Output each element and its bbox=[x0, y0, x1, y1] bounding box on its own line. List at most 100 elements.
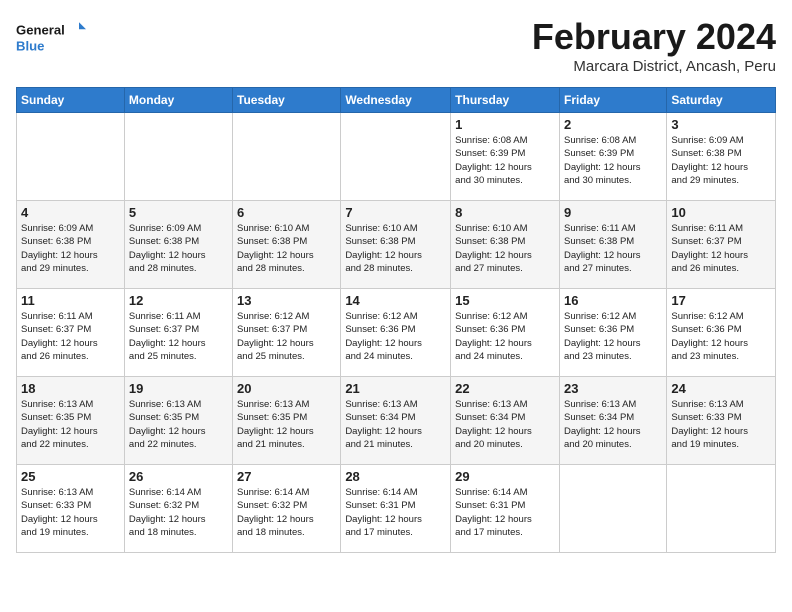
calendar-cell: 9Sunrise: 6:11 AM Sunset: 6:38 PM Daylig… bbox=[559, 201, 666, 289]
calendar-cell: 21 Sunrise: 6:13 AM Sunset: 6:34 PM Dayli… bbox=[341, 377, 451, 465]
week-row-3: 11 Sunrise: 6:11 AM Sunset: 6:37 PM Dayli… bbox=[17, 289, 776, 377]
day-info: Sunrise: 6:13 AM Sunset: 6:34 PM Dayligh… bbox=[455, 398, 555, 451]
day-number: 10 bbox=[671, 205, 771, 220]
calendar-title: February 2024 bbox=[532, 16, 776, 58]
day-info: Sunrise: 6:11 AM Sunset: 6:37 PM Dayligh… bbox=[671, 222, 771, 275]
calendar-subtitle: Marcara District, Ancash, Peru bbox=[532, 58, 776, 75]
calendar-cell bbox=[667, 465, 776, 553]
week-row-4: 18 Sunrise: 6:13 AM Sunset: 6:35 PM Dayli… bbox=[17, 377, 776, 465]
day-info: Sunrise: 6:09 AM Sunset: 6:38 PM Dayligh… bbox=[21, 222, 120, 275]
calendar-cell: 7Sunrise: 6:10 AM Sunset: 6:38 PM Daylig… bbox=[341, 201, 451, 289]
calendar-cell bbox=[17, 113, 125, 201]
day-number: 12 bbox=[129, 293, 228, 308]
calendar-cell bbox=[233, 113, 341, 201]
calendar-cell: 13 Sunrise: 6:12 AM Sunset: 6:37 PM Dayli… bbox=[233, 289, 341, 377]
calendar-cell bbox=[341, 113, 451, 201]
calendar-table: SundayMondayTuesdayWednesdayThursdayFrid… bbox=[16, 87, 776, 553]
day-number: 26 bbox=[129, 469, 228, 484]
calendar-cell: 12 Sunrise: 6:11 AM Sunset: 6:37 PM Dayli… bbox=[124, 289, 232, 377]
weekday-header-friday: Friday bbox=[559, 88, 666, 113]
page-header: General Blue February 2024 Marcara Distr… bbox=[16, 16, 776, 75]
calendar-cell: 11 Sunrise: 6:11 AM Sunset: 6:37 PM Dayli… bbox=[17, 289, 125, 377]
weekday-header-wednesday: Wednesday bbox=[341, 88, 451, 113]
day-number: 28 bbox=[345, 469, 446, 484]
calendar-cell: 15Sunrise: 6:12 AM Sunset: 6:36 PM Dayli… bbox=[451, 289, 560, 377]
week-row-5: 25 Sunrise: 6:13 AM Sunset: 6:33 PM Dayli… bbox=[17, 465, 776, 553]
svg-text:Blue: Blue bbox=[16, 38, 44, 53]
calendar-cell: 20 Sunrise: 6:13 AM Sunset: 6:35 PM Dayli… bbox=[233, 377, 341, 465]
calendar-cell: 14Sunrise: 6:12 AM Sunset: 6:36 PM Dayli… bbox=[341, 289, 451, 377]
day-number: 8 bbox=[455, 205, 555, 220]
day-info: Sunrise: 6:09 AM Sunset: 6:38 PM Dayligh… bbox=[671, 134, 771, 187]
calendar-cell: 23 Sunrise: 6:13 AM Sunset: 6:34 PM Dayli… bbox=[559, 377, 666, 465]
day-number: 23 bbox=[564, 381, 662, 396]
day-number: 16 bbox=[564, 293, 662, 308]
day-number: 22 bbox=[455, 381, 555, 396]
day-info: Sunrise: 6:13 AM Sunset: 6:35 PM Dayligh… bbox=[237, 398, 336, 451]
calendar-cell: 29 Sunrise: 6:14 AM Sunset: 6:31 PM Dayli… bbox=[451, 465, 560, 553]
day-info: Sunrise: 6:13 AM Sunset: 6:34 PM Dayligh… bbox=[564, 398, 662, 451]
day-number: 25 bbox=[21, 469, 120, 484]
logo-svg: General Blue bbox=[16, 16, 86, 60]
day-info: Sunrise: 6:13 AM Sunset: 6:35 PM Dayligh… bbox=[129, 398, 228, 451]
day-info: Sunrise: 6:14 AM Sunset: 6:31 PM Dayligh… bbox=[345, 486, 446, 539]
calendar-cell: 27 Sunrise: 6:14 AM Sunset: 6:32 PM Dayli… bbox=[233, 465, 341, 553]
day-info: Sunrise: 6:08 AM Sunset: 6:39 PM Dayligh… bbox=[564, 134, 662, 187]
day-info: Sunrise: 6:13 AM Sunset: 6:33 PM Dayligh… bbox=[671, 398, 771, 451]
day-info: Sunrise: 6:14 AM Sunset: 6:32 PM Dayligh… bbox=[129, 486, 228, 539]
calendar-cell: 8Sunrise: 6:10 AM Sunset: 6:38 PM Daylig… bbox=[451, 201, 560, 289]
day-number: 5 bbox=[129, 205, 228, 220]
week-row-2: 4 Sunrise: 6:09 AM Sunset: 6:38 PM Daylig… bbox=[17, 201, 776, 289]
day-info: Sunrise: 6:14 AM Sunset: 6:31 PM Dayligh… bbox=[455, 486, 555, 539]
day-number: 9 bbox=[564, 205, 662, 220]
calendar-cell: 26 Sunrise: 6:14 AM Sunset: 6:32 PM Dayli… bbox=[124, 465, 232, 553]
day-number: 21 bbox=[345, 381, 446, 396]
day-number: 29 bbox=[455, 469, 555, 484]
day-number: 20 bbox=[237, 381, 336, 396]
day-number: 1 bbox=[455, 117, 555, 132]
day-info: Sunrise: 6:08 AM Sunset: 6:39 PM Dayligh… bbox=[455, 134, 555, 187]
day-number: 13 bbox=[237, 293, 336, 308]
calendar-cell bbox=[559, 465, 666, 553]
day-number: 15 bbox=[455, 293, 555, 308]
calendar-cell: 2 Sunrise: 6:08 AM Sunset: 6:39 PM Daylig… bbox=[559, 113, 666, 201]
day-number: 2 bbox=[564, 117, 662, 132]
weekday-header-thursday: Thursday bbox=[451, 88, 560, 113]
day-info: Sunrise: 6:13 AM Sunset: 6:34 PM Dayligh… bbox=[345, 398, 446, 451]
day-info: Sunrise: 6:10 AM Sunset: 6:38 PM Dayligh… bbox=[237, 222, 336, 275]
svg-text:General: General bbox=[16, 23, 65, 38]
day-info: Sunrise: 6:11 AM Sunset: 6:37 PM Dayligh… bbox=[129, 310, 228, 363]
day-info: Sunrise: 6:12 AM Sunset: 6:36 PM Dayligh… bbox=[345, 310, 446, 363]
calendar-cell: 24 Sunrise: 6:13 AM Sunset: 6:33 PM Dayli… bbox=[667, 377, 776, 465]
day-info: Sunrise: 6:14 AM Sunset: 6:32 PM Dayligh… bbox=[237, 486, 336, 539]
calendar-cell: 16 Sunrise: 6:12 AM Sunset: 6:36 PM Dayli… bbox=[559, 289, 666, 377]
calendar-cell: 18 Sunrise: 6:13 AM Sunset: 6:35 PM Dayli… bbox=[17, 377, 125, 465]
calendar-cell bbox=[124, 113, 232, 201]
day-number: 19 bbox=[129, 381, 228, 396]
day-number: 4 bbox=[21, 205, 120, 220]
calendar-cell: 10 Sunrise: 6:11 AM Sunset: 6:37 PM Dayli… bbox=[667, 201, 776, 289]
week-row-1: 1 Sunrise: 6:08 AM Sunset: 6:39 PM Daylig… bbox=[17, 113, 776, 201]
calendar-cell: 3 Sunrise: 6:09 AM Sunset: 6:38 PM Daylig… bbox=[667, 113, 776, 201]
calendar-cell: 4 Sunrise: 6:09 AM Sunset: 6:38 PM Daylig… bbox=[17, 201, 125, 289]
weekday-header-tuesday: Tuesday bbox=[233, 88, 341, 113]
calendar-cell: 28 Sunrise: 6:14 AM Sunset: 6:31 PM Dayli… bbox=[341, 465, 451, 553]
calendar-cell: 6Sunrise: 6:10 AM Sunset: 6:38 PM Daylig… bbox=[233, 201, 341, 289]
day-info: Sunrise: 6:12 AM Sunset: 6:37 PM Dayligh… bbox=[237, 310, 336, 363]
calendar-cell: 19 Sunrise: 6:13 AM Sunset: 6:35 PM Dayli… bbox=[124, 377, 232, 465]
day-number: 3 bbox=[671, 117, 771, 132]
day-info: Sunrise: 6:11 AM Sunset: 6:37 PM Dayligh… bbox=[21, 310, 120, 363]
day-info: Sunrise: 6:12 AM Sunset: 6:36 PM Dayligh… bbox=[564, 310, 662, 363]
day-number: 24 bbox=[671, 381, 771, 396]
day-info: Sunrise: 6:10 AM Sunset: 6:38 PM Dayligh… bbox=[345, 222, 446, 275]
weekday-header-saturday: Saturday bbox=[667, 88, 776, 113]
day-number: 18 bbox=[21, 381, 120, 396]
day-number: 11 bbox=[21, 293, 120, 308]
day-number: 17 bbox=[671, 293, 771, 308]
day-number: 27 bbox=[237, 469, 336, 484]
day-info: Sunrise: 6:13 AM Sunset: 6:35 PM Dayligh… bbox=[21, 398, 120, 451]
calendar-cell: 17 Sunrise: 6:12 AM Sunset: 6:36 PM Dayli… bbox=[667, 289, 776, 377]
day-info: Sunrise: 6:12 AM Sunset: 6:36 PM Dayligh… bbox=[671, 310, 771, 363]
weekday-header-monday: Monday bbox=[124, 88, 232, 113]
day-info: Sunrise: 6:13 AM Sunset: 6:33 PM Dayligh… bbox=[21, 486, 120, 539]
